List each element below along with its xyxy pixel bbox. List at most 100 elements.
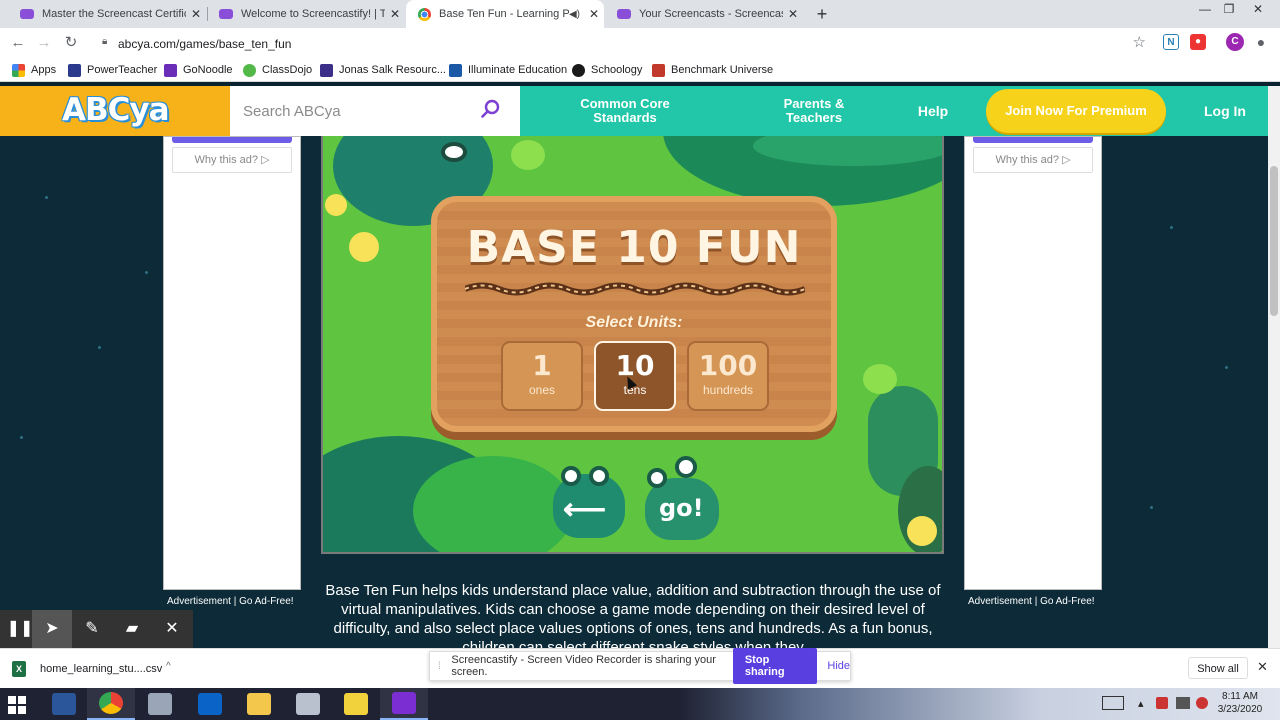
back-button[interactable]: ⟵ bbox=[553, 466, 625, 538]
parents-teachers-link[interactable]: Parents & Teachers bbox=[760, 86, 868, 136]
keyboard-icon[interactable] bbox=[1102, 696, 1124, 710]
search-input[interactable]: Search ABCya bbox=[243, 103, 341, 120]
bookmark-label: Apps bbox=[31, 64, 57, 76]
ad-banner[interactable] bbox=[172, 137, 292, 143]
close-toolbar-icon[interactable]: ✕ bbox=[152, 610, 192, 648]
menu-icon[interactable]: ● bbox=[1253, 34, 1269, 50]
bookmark-benchmark[interactable]: Benchmark Universe bbox=[652, 62, 773, 78]
background-dot bbox=[1225, 366, 1228, 369]
tab-base-ten-fun[interactable]: Base Ten Fun - Learning Pla ◀) ✕ bbox=[406, 0, 604, 28]
close-shelf-icon[interactable]: ✕ bbox=[1257, 659, 1268, 675]
show-all-button[interactable]: Show all bbox=[1188, 657, 1248, 679]
clock[interactable]: 8:11 AM 3/23/2020 bbox=[1210, 690, 1270, 716]
why-this-ad-button[interactable]: Why this ad? ▷ bbox=[172, 147, 292, 173]
taskbar-snipping-icon[interactable] bbox=[136, 688, 184, 720]
bookmark-classdojo[interactable]: ClassDojo bbox=[243, 62, 312, 78]
tab-label: Welcome to Screencastify! | The bbox=[241, 8, 385, 20]
close-tab-icon[interactable]: ✕ bbox=[385, 7, 405, 21]
grip-icon[interactable]: ⁞ bbox=[438, 661, 443, 672]
logo-area: ABCya bbox=[0, 86, 230, 136]
hide-button[interactable]: Hide bbox=[827, 660, 850, 672]
unit-tens-button[interactable]: 10 tens bbox=[594, 341, 676, 411]
taskbar-word-icon[interactable] bbox=[40, 688, 88, 720]
join-premium-button[interactable]: Join Now For Premium bbox=[986, 89, 1166, 133]
browser-toolbar: ← → ↻ 🔒︎ abcya.com/games/base_ten_fun ☆ … bbox=[0, 28, 1280, 58]
unit-ones-button[interactable]: 1 ones bbox=[501, 341, 583, 411]
classdojo-icon bbox=[243, 63, 256, 77]
extension-icon[interactable]: ● bbox=[1190, 34, 1206, 50]
reload-icon[interactable]: ↻ bbox=[61, 33, 81, 53]
game-canvas[interactable]: BASE 10 FUN Select Units: 1 ones 10 tens… bbox=[321, 136, 944, 554]
common-core-standards-link[interactable]: Common Core Standards bbox=[560, 86, 690, 136]
help-link[interactable]: Help bbox=[906, 86, 960, 136]
abcya-logo[interactable]: ABCya bbox=[62, 92, 169, 128]
bookmarks-bar: Apps PowerTeacher GoNoodle ClassDojo Jon… bbox=[0, 58, 1280, 82]
close-tab-icon[interactable]: ✕ bbox=[186, 7, 206, 21]
address-bar[interactable]: 🔒︎ abcya.com/games/base_ten_fun ☆ bbox=[96, 30, 1156, 56]
ad-banner[interactable] bbox=[973, 137, 1093, 143]
restore-button[interactable]: ❐ bbox=[1215, 0, 1243, 22]
extension-n-icon[interactable]: N bbox=[1163, 34, 1179, 50]
left-ad-panel[interactable]: Why this ad? ▷ bbox=[163, 136, 301, 590]
go-label: go! bbox=[659, 494, 704, 522]
tab-your-screencasts[interactable]: Your Screencasts - Screencastify ✕ bbox=[605, 0, 803, 28]
right-ad-panel[interactable]: Why this ad? ▷ bbox=[964, 136, 1102, 590]
chevron-up-icon[interactable]: ▴ bbox=[1138, 697, 1144, 710]
bookmark-label: PowerTeacher bbox=[87, 64, 158, 76]
clock-time: 8:11 AM bbox=[1222, 691, 1258, 702]
forward-icon[interactable]: → bbox=[34, 33, 54, 53]
taskbar-search-app-icon[interactable] bbox=[380, 688, 428, 720]
close-window-button[interactable]: ✕ bbox=[1244, 0, 1272, 22]
lock-icon[interactable]: 🔒︎ bbox=[102, 36, 107, 47]
download-shelf: X home_learning_stu....csv ^ ⁞ Screencas… bbox=[0, 648, 1280, 688]
bookmark-label: ClassDojo bbox=[262, 64, 313, 76]
taskbar-outlook-icon[interactable] bbox=[186, 688, 234, 720]
pen-tool-icon[interactable]: ✎ bbox=[72, 610, 112, 648]
chevron-up-icon[interactable]: ^ bbox=[166, 661, 171, 672]
bookmark-star-icon[interactable]: ☆ bbox=[1133, 33, 1146, 51]
ad-caption[interactable]: Advertisement | Go Ad-Free! bbox=[968, 596, 1095, 607]
login-link[interactable]: Log In bbox=[1192, 86, 1258, 136]
volume-icon[interactable] bbox=[1196, 697, 1208, 709]
speaker-icon[interactable]: ◀) bbox=[569, 9, 580, 20]
network-icon[interactable] bbox=[1176, 697, 1190, 709]
gonoodle-icon bbox=[164, 63, 177, 77]
flower-decoration bbox=[325, 194, 347, 216]
site-header: ABCya Search ABCya Common Core Standards… bbox=[0, 86, 1280, 136]
search-box[interactable]: Search ABCya bbox=[230, 86, 520, 136]
tab-strip: Master the Screencast Certificati ✕ Welc… bbox=[0, 0, 1280, 28]
windows-start-icon[interactable] bbox=[8, 696, 26, 714]
cursor-tool-icon[interactable]: ➤ bbox=[32, 610, 72, 648]
tab-screencast-cert[interactable]: Master the Screencast Certificati ✕ bbox=[8, 0, 206, 28]
url-text[interactable]: abcya.com/games/base_ten_fun bbox=[118, 37, 291, 51]
search-icon[interactable] bbox=[480, 98, 502, 120]
bookmark-gonoodle[interactable]: GoNoodle bbox=[164, 62, 233, 78]
back-icon[interactable]: ← bbox=[8, 33, 28, 53]
bookmark-illuminate[interactable]: Illuminate Education bbox=[449, 62, 567, 78]
eraser-tool-icon[interactable]: ▰ bbox=[112, 610, 152, 648]
vertical-scrollbar[interactable] bbox=[1268, 86, 1280, 648]
unit-hundreds-button[interactable]: 100 hundreds bbox=[687, 341, 769, 411]
tray-app-icon[interactable] bbox=[1156, 697, 1168, 709]
close-tab-icon[interactable]: ✕ bbox=[783, 7, 803, 21]
tab-label: Base Ten Fun - Learning Pla bbox=[439, 8, 569, 20]
bookmark-schoology[interactable]: Schoology bbox=[572, 62, 642, 78]
bookmark-jonas-salk[interactable]: Jonas Salk Resourc... bbox=[320, 62, 446, 78]
scrollbar-thumb[interactable] bbox=[1270, 166, 1278, 316]
go-button[interactable]: go! bbox=[645, 456, 719, 540]
profile-avatar[interactable]: C bbox=[1226, 33, 1244, 51]
taskbar-notes-icon[interactable] bbox=[332, 688, 380, 720]
taskbar-chrome-icon[interactable] bbox=[87, 688, 135, 720]
taskbar-explorer-icon[interactable] bbox=[235, 688, 283, 720]
close-tab-icon[interactable]: ✕ bbox=[584, 7, 604, 21]
windows-taskbar: ▴ 8:11 AM 3/23/2020 bbox=[0, 688, 1280, 720]
bookmark-apps[interactable]: Apps bbox=[12, 62, 56, 78]
taskbar-app-icon[interactable] bbox=[284, 688, 332, 720]
tab-welcome-screencastify[interactable]: Welcome to Screencastify! | The ✕ bbox=[207, 0, 405, 28]
ad-caption[interactable]: Advertisement | Go Ad-Free! bbox=[167, 596, 294, 607]
download-item[interactable]: X home_learning_stu....csv bbox=[12, 657, 182, 681]
stop-sharing-button[interactable]: Stop sharing bbox=[732, 648, 818, 684]
new-tab-button[interactable]: + bbox=[812, 4, 832, 24]
bookmark-powerteacher[interactable]: PowerTeacher bbox=[68, 62, 157, 78]
why-this-ad-button[interactable]: Why this ad? ▷ bbox=[973, 147, 1093, 173]
